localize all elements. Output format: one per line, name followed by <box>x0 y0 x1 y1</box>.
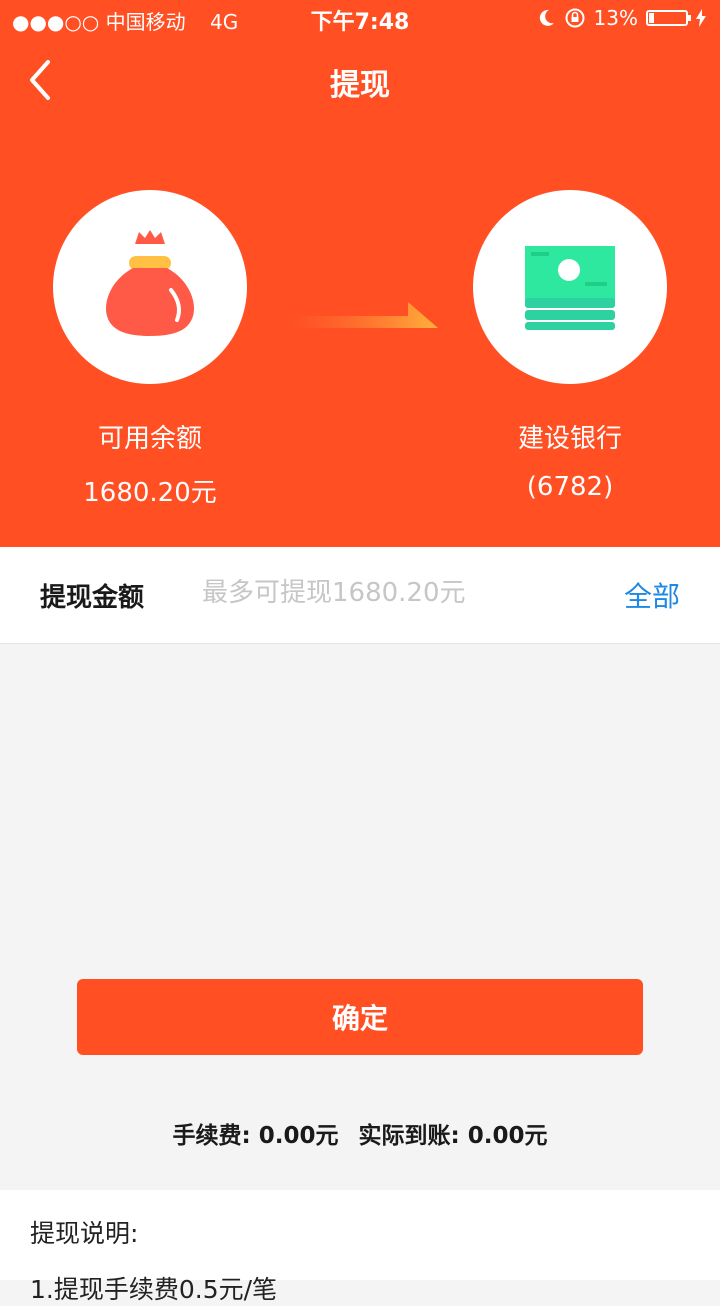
available-balance-amount: 1680.20元 <box>83 478 217 508</box>
fee-text: 手续费: 0.00元 <box>172 1123 339 1149</box>
available-balance-label: 可用余额 <box>97 424 202 454</box>
arrow-right-icon <box>288 302 438 328</box>
withdraw-notes: 提现说明: 1.提现手续费0.5元/笔 <box>0 1190 720 1304</box>
bank-circle <box>473 190 667 384</box>
status-right: 13% <box>536 6 706 30</box>
status-bar: ●●●○○ 中国移动 4G 下午7:48 13% <box>0 0 720 40</box>
notes-heading: 提现说明: <box>30 1219 139 1248</box>
fee-summary: 手续费: 0.00元 实际到账: 0.00元 <box>0 1116 720 1150</box>
page-title: 提现 <box>330 68 390 103</box>
bank-card-suffix: (6782) <box>526 472 614 502</box>
withdraw-amount-row: 提现金额 全部 <box>0 547 720 644</box>
battery-percent: 13% <box>593 6 638 30</box>
money-bag-icon <box>106 230 194 336</box>
withdraw-amount-label: 提现金额 <box>40 583 145 613</box>
withdraw-amount-input[interactable] <box>202 573 582 613</box>
withdraw-all-button[interactable]: 全部 <box>624 575 680 615</box>
confirm-button[interactable]: 确定 <box>77 979 643 1055</box>
bank-name: 建设银行 <box>517 424 622 454</box>
cash-stack-icon <box>525 246 615 330</box>
moon-icon <box>539 9 554 26</box>
rotation-lock-icon <box>565 8 585 28</box>
battery-icon <box>646 10 691 26</box>
notes-line: 1.提现手续费0.5元/笔 <box>30 1275 278 1304</box>
balance-circle <box>53 190 247 384</box>
actual-amount-text: 实际到账: 0.00元 <box>358 1123 548 1149</box>
lightning-icon <box>696 9 706 27</box>
